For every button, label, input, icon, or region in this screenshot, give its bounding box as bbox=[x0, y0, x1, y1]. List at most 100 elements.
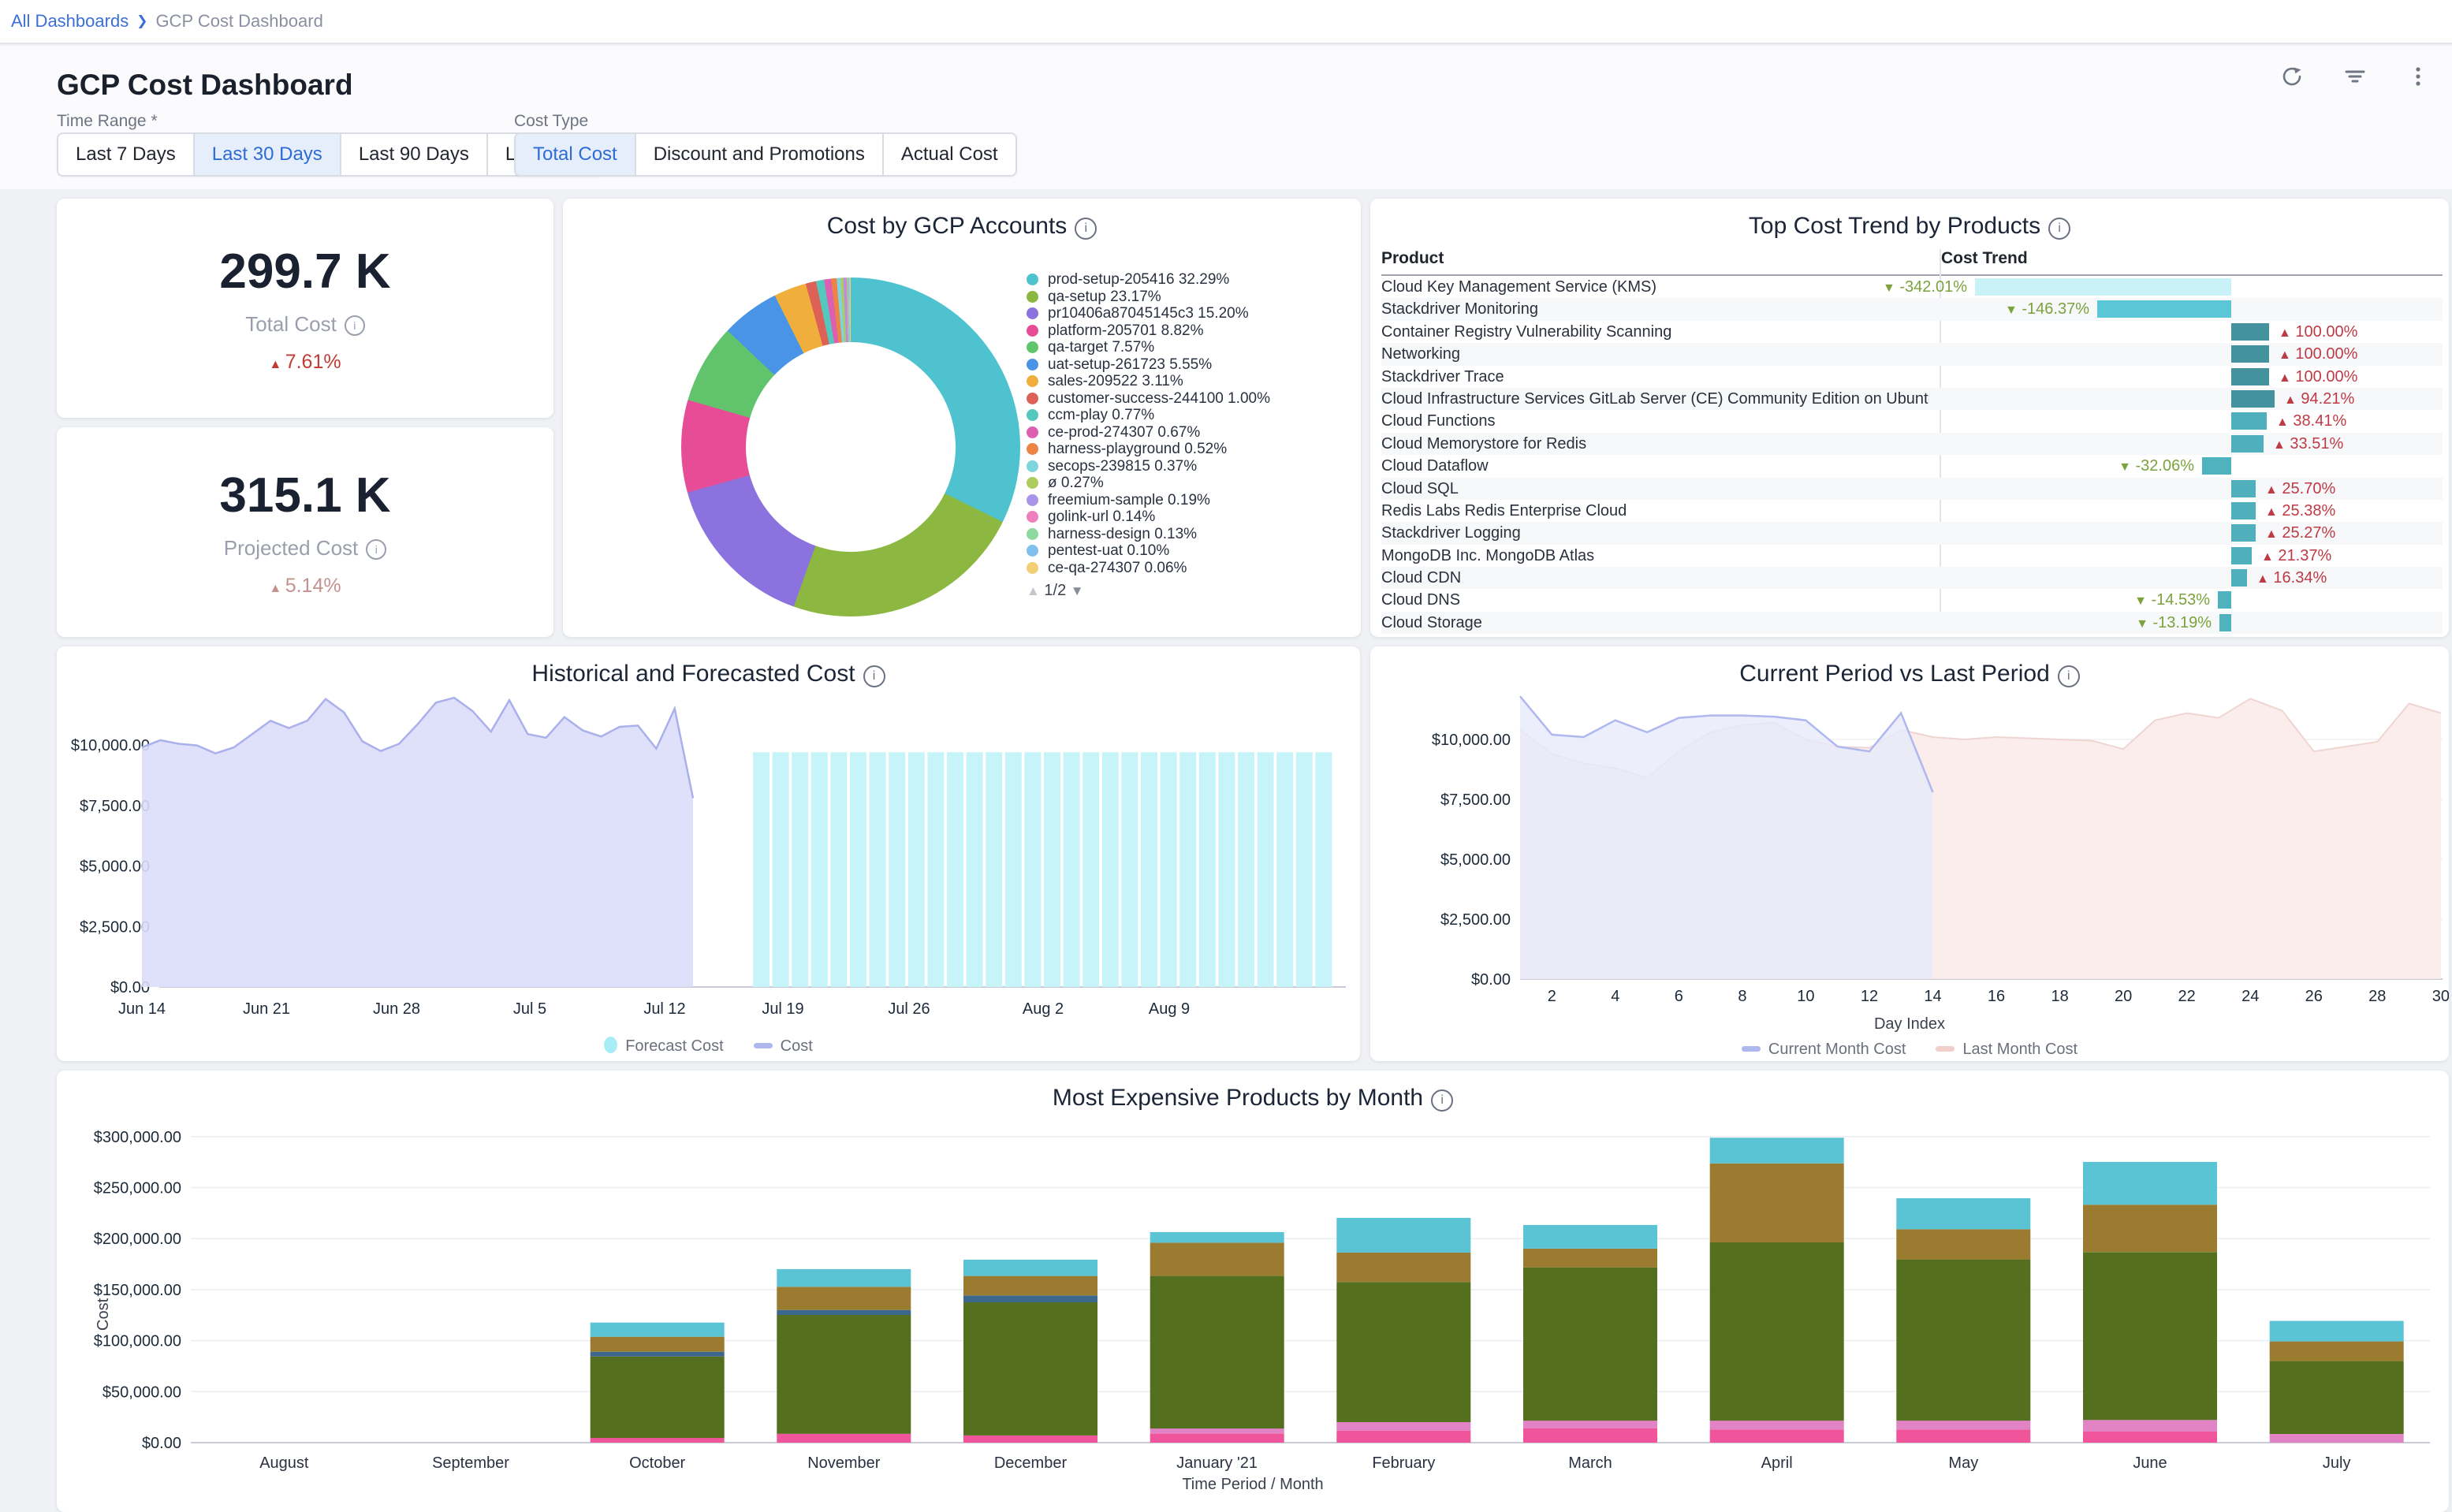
cost-type-option-discount-and-promotions[interactable]: Discount and Promotions bbox=[636, 134, 884, 175]
table-row[interactable]: Redis Labs Redis Enterprise Cloud▲ 25.38… bbox=[1381, 500, 2443, 522]
trend-bar bbox=[2219, 614, 2231, 631]
historical-chart-canvas[interactable]: $10,000.00$7,500.00$5,000.00$2,500.00$0.… bbox=[57, 646, 1360, 1061]
legend-dot bbox=[1027, 562, 1038, 574]
time-range-option-last-90-days[interactable]: Last 90 Days bbox=[341, 134, 488, 175]
total-cost-card: 299.7 K Total Costi ▲ 7.61% bbox=[57, 199, 553, 418]
legend-dot bbox=[1027, 443, 1038, 455]
legend-item[interactable]: ccm-play 0.77% bbox=[1027, 407, 1350, 424]
table-row[interactable]: Cloud Infrastructure Services GitLab Ser… bbox=[1381, 388, 2443, 410]
refresh-button[interactable] bbox=[2274, 58, 2310, 97]
product-name: Stackdriver Trace bbox=[1381, 368, 1504, 386]
svg-text:$250,000.00: $250,000.00 bbox=[94, 1180, 181, 1197]
projected-cost-value: 315.1 K bbox=[219, 467, 390, 523]
table-row[interactable]: Cloud DNS▼ -14.53% bbox=[1381, 589, 2443, 611]
current-month-legend-item[interactable]: Current Month Cost bbox=[1742, 1041, 1906, 1059]
page-title: GCP Cost Dashboard bbox=[57, 69, 353, 102]
table-row[interactable]: Stackdriver Trace▲ 100.00% bbox=[1381, 366, 2443, 388]
table-row[interactable]: Cloud Storage ▼ -13.19% bbox=[1381, 612, 2443, 634]
legend-item[interactable]: harness-playground 0.52% bbox=[1027, 441, 1350, 458]
legend-item[interactable]: pr10406a87045145c3 15.20% bbox=[1027, 305, 1350, 322]
info-icon[interactable]: i bbox=[1075, 218, 1097, 240]
table-row[interactable]: Cloud Dataflow▼ -32.06% bbox=[1381, 455, 2443, 477]
comparison-chart-canvas[interactable]: $10,000.00$7,500.00$5,000.00$2,500.00$0.… bbox=[1370, 646, 2449, 1061]
svg-text:$0.00: $0.00 bbox=[142, 1435, 181, 1452]
legend-item[interactable]: sales-209522 3.11% bbox=[1027, 373, 1350, 390]
info-icon[interactable]: i bbox=[1431, 1089, 1453, 1112]
trend-bar bbox=[2202, 457, 2231, 475]
cost-legend-item[interactable]: Cost bbox=[754, 1037, 813, 1056]
trend-bar bbox=[2231, 345, 2269, 363]
info-icon[interactable]: i bbox=[2048, 218, 2070, 240]
time-range-option-last-30-days[interactable]: Last 30 Days bbox=[195, 134, 341, 175]
table-row[interactable]: Cloud CDN▲ 16.34% bbox=[1381, 567, 2443, 589]
info-icon[interactable]: i bbox=[366, 539, 386, 560]
product-name: Cloud Key Management Service (KMS) bbox=[1381, 278, 1656, 296]
legend-item[interactable]: platform-205701 8.82% bbox=[1027, 322, 1350, 340]
svg-text:2: 2 bbox=[1548, 988, 1556, 1005]
legend-item[interactable]: qa-setup 23.17% bbox=[1027, 289, 1350, 306]
table-row[interactable]: Cloud Key Management Service (KMS)▼ -342… bbox=[1381, 276, 2443, 298]
more-menu-button[interactable] bbox=[2400, 58, 2436, 97]
table-row[interactable]: Networking▲ 100.00% bbox=[1381, 343, 2443, 365]
refresh-icon bbox=[2279, 63, 2305, 90]
svg-text:28: 28 bbox=[2368, 988, 2386, 1005]
svg-text:August: August bbox=[259, 1454, 309, 1472]
day-index-axis-label: Day Index bbox=[1370, 1015, 2449, 1033]
legend-item[interactable]: prod-setup-205416 32.29% bbox=[1027, 271, 1350, 289]
legend-item[interactable]: golink-url 0.14% bbox=[1027, 508, 1350, 526]
legend-page-up[interactable]: ▲ bbox=[1027, 583, 1040, 598]
legend-item[interactable]: ce-qa-274307 0.06% bbox=[1027, 560, 1350, 577]
legend-item[interactable]: ce-prod-274307 0.67% bbox=[1027, 424, 1350, 441]
svg-text:$300,000.00: $300,000.00 bbox=[94, 1129, 181, 1146]
product-column-header[interactable]: Product bbox=[1381, 249, 1444, 267]
legend-item[interactable]: pentest-uat 0.10% bbox=[1027, 542, 1350, 560]
legend-pager: ▲ 1/2 ▼ bbox=[1027, 583, 1350, 600]
legend-item[interactable]: uat-setup-261723 5.55% bbox=[1027, 356, 1350, 374]
cost-trend-column-header[interactable]: Cost Trend bbox=[1941, 249, 2028, 268]
legend-item[interactable]: secops-239815 0.37% bbox=[1027, 458, 1350, 475]
svg-text:$7,500.00: $7,500.00 bbox=[80, 798, 150, 815]
legend-item[interactable]: customer-success-244100 1.00% bbox=[1027, 390, 1350, 408]
legend-item[interactable]: qa-target 7.57% bbox=[1027, 339, 1350, 356]
trend-value: ▼ -13.19% bbox=[2136, 614, 2212, 632]
time-range-label: Time Range * bbox=[57, 112, 158, 131]
table-row[interactable]: Container Registry Vulnerability Scannin… bbox=[1381, 321, 2443, 343]
table-row[interactable]: Stackdriver Logging▲ 25.27% bbox=[1381, 522, 2443, 544]
total-cost-label: Total Costi bbox=[245, 312, 365, 337]
svg-text:$10,000.00: $10,000.00 bbox=[1432, 732, 1511, 749]
product-name: Cloud Storage bbox=[1381, 614, 1482, 632]
svg-text:Jul 12: Jul 12 bbox=[643, 1000, 685, 1018]
table-row[interactable]: MongoDB Inc. MongoDB Atlas▲ 21.37% bbox=[1381, 545, 2443, 567]
breadcrumb-all-dashboards[interactable]: All Dashboards bbox=[11, 11, 129, 32]
svg-text:24: 24 bbox=[2241, 988, 2259, 1005]
cost-type-label: Cost Type bbox=[514, 112, 588, 131]
monthly-products-card: Most Expensive Products by Monthi $300,0… bbox=[57, 1071, 2449, 1512]
accounts-donut-chart[interactable] bbox=[681, 277, 1020, 616]
forecast-cost-legend-item[interactable]: Forecast Cost bbox=[604, 1037, 723, 1056]
info-icon[interactable]: i bbox=[345, 315, 365, 336]
filter-icon bbox=[2342, 63, 2368, 90]
legend-item[interactable]: harness-design 0.13% bbox=[1027, 526, 1350, 543]
trend-value: ▼ -146.37% bbox=[2005, 300, 2089, 318]
info-icon[interactable]: i bbox=[863, 665, 885, 687]
table-row[interactable]: Cloud Memorystore for Redis▲ 33.51% bbox=[1381, 433, 2443, 455]
trend-bar bbox=[2231, 480, 2256, 497]
legend-item[interactable]: ø 0.27% bbox=[1027, 475, 1350, 492]
last-month-legend-item[interactable]: Last Month Cost bbox=[1936, 1041, 2077, 1059]
cost-type-option-total-cost[interactable]: Total Cost bbox=[516, 134, 636, 175]
table-row[interactable]: Cloud Functions▲ 38.41% bbox=[1381, 410, 2443, 432]
cost-type-option-actual-cost[interactable]: Actual Cost bbox=[884, 134, 1015, 175]
info-icon[interactable]: i bbox=[2058, 665, 2080, 687]
table-row[interactable]: Stackdriver Monitoring▼ -146.37% bbox=[1381, 298, 2443, 320]
product-name: Cloud SQL bbox=[1381, 480, 1459, 498]
trend-value: ▲ 100.00% bbox=[2279, 323, 2357, 341]
time-range-option-last-7-days[interactable]: Last 7 Days bbox=[58, 134, 195, 175]
legend-item[interactable]: freemium-sample 0.19% bbox=[1027, 492, 1350, 509]
filter-button[interactable] bbox=[2337, 58, 2373, 97]
legend-dot bbox=[1027, 494, 1038, 506]
table-row[interactable]: Cloud SQL▲ 25.70% bbox=[1381, 478, 2443, 500]
trend-bar bbox=[2231, 412, 2267, 430]
legend-page-down[interactable]: ▼ bbox=[1071, 583, 1084, 598]
svg-text:November: November bbox=[807, 1454, 881, 1472]
monthly-chart-canvas[interactable]: $300,000.00$250,000.00$200,000.00$150,00… bbox=[57, 1071, 2449, 1512]
